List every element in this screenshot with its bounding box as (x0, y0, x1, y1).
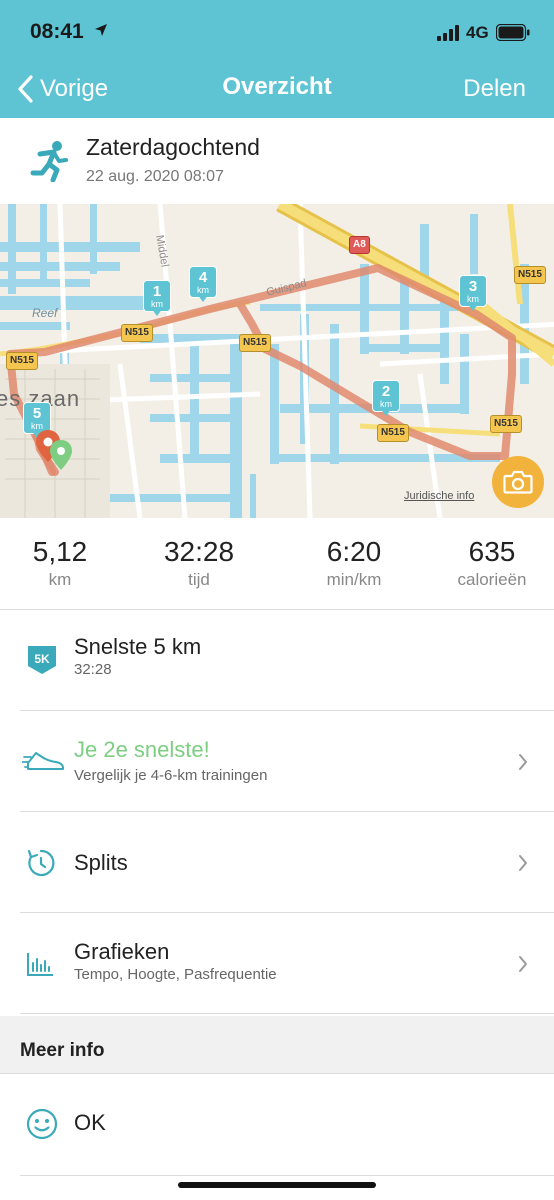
stat-value: 6:20 (326, 536, 382, 567)
feeling-row[interactable]: OK (20, 1074, 554, 1176)
activity-header: Zaterdagochtend 22 aug. 2020 08:07 (0, 118, 554, 204)
legal-info-link[interactable]: Juridische info (404, 490, 474, 502)
km-marker-number: 5 (32, 404, 42, 422)
chevron-right-icon (519, 956, 527, 972)
road-shield-n515: N515 (377, 424, 409, 442)
location-arrow-icon (95, 24, 107, 36)
km-marker-number: 3 (468, 277, 478, 295)
stat-distance: 5,12 km (0, 536, 120, 590)
road-shield-n515: N515 (514, 266, 546, 284)
road-shield-n515: N515 (6, 352, 38, 370)
splits-row[interactable]: Splits (20, 812, 554, 913)
splits-title: Splits (74, 850, 128, 875)
stat-label: calorieën (457, 570, 527, 589)
charts-title: Grafieken (74, 939, 170, 964)
stat-label: tijd (188, 570, 210, 589)
km-marker-3[interactable]: 3 km (459, 275, 487, 313)
home-indicator[interactable] (178, 1182, 376, 1188)
km-marker-unit: km (151, 298, 163, 309)
stat-value: 32:28 (163, 536, 235, 567)
km-marker-4[interactable]: 4 km (189, 266, 217, 304)
charts-subtitle: Tempo, Hoogte, Pasfrequentie (74, 966, 277, 983)
fastest-5k-row[interactable]: 5K Snelste 5 km 32:28 (20, 610, 554, 711)
more-info-section: Meer info (0, 1016, 554, 1074)
stat-time: 32:28 tijd (139, 536, 259, 590)
fastest-5k-title: Snelste 5 km (74, 634, 202, 659)
road-shield-a8: A8 (349, 236, 370, 254)
charts-row[interactable]: Grafieken Tempo, Hoogte, Pasfrequentie (20, 913, 554, 1014)
stat-calories: 635 calorieën (432, 536, 552, 590)
activity-date: 22 aug. 2020 08:07 (86, 168, 224, 185)
stat-label: km (48, 570, 72, 589)
stats-summary: 5,12 km 32:28 tijd 6:20 min/km 635 calor… (0, 518, 554, 610)
compare-subtitle: Vergelijk je 4-6-km trainingen (74, 767, 268, 784)
svg-text:5K: 5K (34, 652, 50, 666)
camera-button[interactable] (492, 456, 544, 508)
activity-name: Zaterdagochtend (86, 134, 260, 160)
back-button[interactable]: Vorige (16, 72, 108, 106)
feeling-label: OK (74, 1110, 106, 1135)
battery-icon (496, 24, 530, 41)
chevron-left-icon (18, 75, 33, 103)
km-marker-unit: km (31, 420, 43, 431)
km-marker-2[interactable]: 2 km (372, 380, 400, 418)
chevron-right-icon (519, 754, 527, 770)
route-map[interactable]: Reef es zaan Middel Guispad A8 N515 N515… (0, 204, 554, 518)
share-button[interactable]: Delen (463, 75, 526, 103)
back-label: Vorige (40, 75, 109, 102)
road-shield-n515: N515 (490, 415, 522, 433)
stat-value: 5,12 (32, 536, 88, 567)
bar-chart-icon (27, 953, 53, 976)
start-pin-icon (50, 440, 72, 470)
map-label-reef: Reef (32, 306, 58, 320)
running-icon (30, 141, 68, 182)
road-shield-n515: N515 (239, 334, 271, 352)
chevron-right-icon (519, 855, 527, 871)
km-marker-unit: km (197, 284, 209, 295)
cellular-signal-icon (437, 25, 459, 41)
km-marker-number: 4 (198, 268, 208, 286)
more-info-title: Meer info (20, 1040, 105, 1061)
km-marker-number: 2 (381, 382, 391, 400)
stat-pace: 6:20 min/km (294, 536, 414, 590)
km-marker-number: 1 (152, 282, 162, 300)
stat-value: 635 (468, 536, 516, 567)
app-header: 08:41 4G Vorige Overzicht Delen (0, 0, 554, 118)
road-shield-n515: N515 (121, 324, 153, 342)
km-marker-unit: km (380, 398, 392, 409)
network-type: 4G (466, 23, 489, 42)
map-background (0, 204, 554, 518)
camera-icon (503, 470, 533, 494)
stopwatch-icon (27, 849, 55, 877)
km-marker-unit: km (467, 293, 479, 304)
compare-title: Je 2e snelste! (74, 737, 210, 762)
stat-label: min/km (326, 570, 382, 589)
fastest-5k-time: 32:28 (74, 661, 112, 678)
running-shoe-icon (22, 752, 64, 770)
km-marker-1[interactable]: 1 km (143, 280, 171, 318)
status-time: 08:41 (30, 20, 84, 43)
compare-row[interactable]: Je 2e snelste! Vergelijk je 4-6-km train… (20, 711, 554, 812)
5k-badge-icon: 5K (28, 646, 56, 674)
smiley-icon (26, 1108, 58, 1140)
